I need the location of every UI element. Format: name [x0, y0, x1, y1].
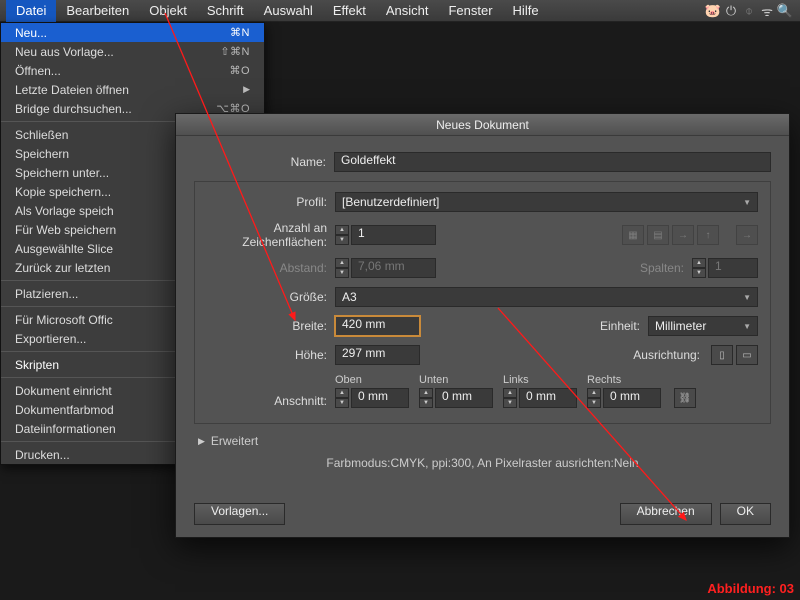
templates-button[interactable]: Vorlagen... [194, 503, 285, 525]
portrait-icon[interactable]: ▯ [711, 345, 733, 365]
bleed-right-stepper[interactable]: ▲▼ [587, 388, 601, 408]
landscape-icon[interactable]: ▭ [736, 345, 758, 365]
spotlight-icon[interactable]: 🔍 [776, 3, 794, 19]
menu-objekt[interactable]: Objekt [139, 0, 197, 22]
dialog-title: Neues Dokument [176, 114, 789, 136]
menu-bearbeiten[interactable]: Bearbeiten [56, 0, 139, 22]
bleed-top-stepper[interactable]: ▲▼ [335, 388, 349, 408]
wifi-icon[interactable]: ᯤ [758, 2, 776, 20]
chevron-right-icon: ▶ [198, 436, 205, 447]
bleed-left-input[interactable]: 0 mm [519, 388, 577, 408]
menu-datei[interactable]: Datei [6, 0, 56, 22]
bleed-bottom-label: Unten [419, 374, 493, 386]
menu-effekt[interactable]: Effekt [323, 0, 376, 22]
power-icon[interactable]: ⏻ [722, 3, 740, 19]
bleed-right-input[interactable]: 0 mm [603, 388, 661, 408]
bleed-label: Anschnitt: [207, 394, 335, 408]
name-label: Name: [194, 155, 334, 169]
units-select[interactable]: Millimeter▼ [648, 316, 758, 336]
bleed-bottom-input[interactable]: 0 mm [435, 388, 493, 408]
profile-select[interactable]: [Benutzerdefiniert]▼ [335, 192, 758, 212]
orientation-label: Ausrichtung: [618, 348, 708, 362]
artboards-label: Anzahl an Zeichenflächen: [207, 221, 335, 249]
bleed-right-label: Rechts [587, 374, 661, 386]
grid-icon: ▦ [622, 225, 644, 245]
size-select[interactable]: A3▼ [335, 287, 758, 307]
units-label: Einheit: [588, 319, 648, 333]
cancel-button[interactable]: Abbrechen [620, 503, 712, 525]
link-bleed-icon[interactable]: ⛓ [674, 388, 696, 408]
menubar: Datei Bearbeiten Objekt Schrift Auswahl … [0, 0, 800, 22]
grid2-icon: ▤ [647, 225, 669, 245]
spacing-input: 7,06 mm [351, 258, 436, 278]
menu-item[interactable]: Neu aus Vorlage...⇧⌘N [1, 42, 264, 61]
name-input[interactable]: Goldeffekt [334, 152, 771, 172]
figure-caption: Abbildung: 03 [707, 581, 794, 596]
columns-stepper: ▲▼ [692, 258, 706, 278]
menu-schrift[interactable]: Schrift [197, 0, 254, 22]
bleed-left-stepper[interactable]: ▲▼ [503, 388, 517, 408]
menu-item[interactable]: Neu...⌘N [1, 23, 264, 42]
size-label: Größe: [207, 290, 335, 304]
height-label: Höhe: [207, 348, 335, 362]
height-input[interactable]: 297 mm [335, 345, 420, 365]
width-label: Breite: [207, 319, 335, 333]
width-input[interactable]: 420 mm [335, 316, 420, 336]
menu-ansicht[interactable]: Ansicht [376, 0, 439, 22]
advanced-disclosure[interactable]: ▶ Erweitert [198, 434, 771, 448]
bluetooth-icon[interactable]: ⌽ [740, 3, 758, 19]
menu-auswahl[interactable]: Auswahl [254, 0, 323, 22]
bleed-top-input[interactable]: 0 mm [351, 388, 409, 408]
artboards-stepper[interactable]: ▲▼ [335, 225, 349, 245]
bleed-top-label: Oben [335, 374, 409, 386]
arrow-right2-icon: → [736, 225, 758, 245]
bleed-left-label: Links [503, 374, 577, 386]
menu-item[interactable]: Öffnen...⌘O [1, 61, 264, 80]
bleed-bottom-stepper[interactable]: ▲▼ [419, 388, 433, 408]
document-summary: Farbmodus:CMYK, ppi:300, An Pixelraster … [194, 456, 771, 470]
artboards-input[interactable]: 1 [351, 225, 436, 245]
menu-hilfe[interactable]: Hilfe [503, 0, 549, 22]
spacing-label: Abstand: [207, 261, 335, 275]
menu-fenster[interactable]: Fenster [438, 0, 502, 22]
ok-button[interactable]: OK [720, 503, 771, 525]
columns-label: Spalten: [632, 261, 692, 275]
menu-item[interactable]: Letzte Dateien öffnen▶ [1, 80, 264, 99]
profile-label: Profil: [207, 195, 335, 209]
arrow-up-icon: ↑ [697, 225, 719, 245]
new-document-dialog: Neues Dokument Name: Goldeffekt Profil: … [175, 113, 790, 538]
arrow-right-icon: → [672, 225, 694, 245]
piggybank-icon[interactable]: 🐷 [704, 3, 722, 19]
spacing-stepper: ▲▼ [335, 258, 349, 278]
columns-input: 1 [708, 258, 758, 278]
